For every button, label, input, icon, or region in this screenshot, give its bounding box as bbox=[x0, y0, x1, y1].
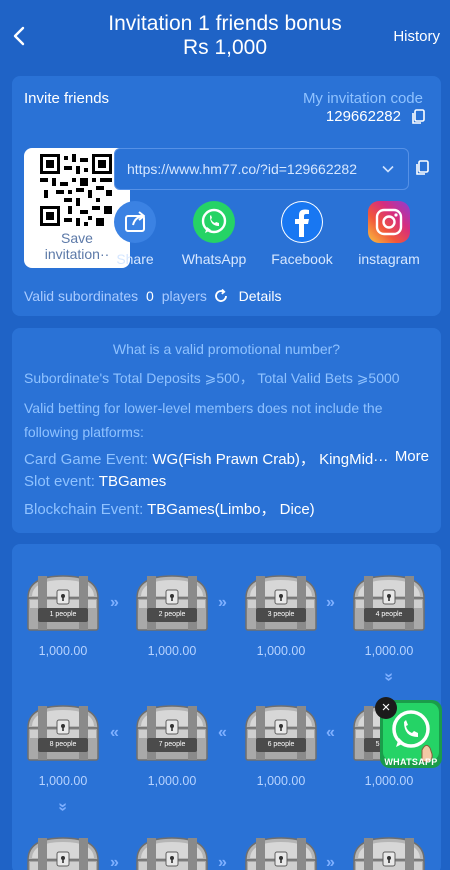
reward-chest-2[interactable]: 2 people bbox=[133, 572, 211, 634]
chest-amount-7: 1,000.00 bbox=[147, 774, 197, 788]
valid-subordinates-label: Valid subordinates bbox=[24, 288, 139, 304]
blockchain-value: TBGames(Limbo， Dice) bbox=[147, 501, 315, 518]
invitation-url-dropdown[interactable]: https://www.hm77.co/?id=129662282 bbox=[114, 148, 409, 190]
reward-chest-partial[interactable] bbox=[133, 834, 211, 870]
reward-chest-8[interactable]: 8 people bbox=[24, 702, 102, 764]
instagram-icon bbox=[368, 201, 410, 243]
chest-people-label: 1 people bbox=[38, 608, 88, 622]
treasure-chest-icon bbox=[27, 705, 99, 761]
chest-people-label: 8 people bbox=[38, 738, 88, 752]
invitation-url: https://www.hm77.co/?id=129662282 bbox=[127, 161, 357, 177]
chevron-down-icon bbox=[382, 165, 394, 173]
card-game-label: Card Game Event: bbox=[24, 451, 149, 468]
arrow-right-icon: » bbox=[218, 854, 227, 870]
blockchain-label: Blockchain Event: bbox=[24, 501, 144, 518]
note-line-2: following platforms: bbox=[24, 424, 144, 440]
treasure-chest-icon bbox=[136, 705, 208, 761]
floating-whatsapp-label: WHATSAPP bbox=[384, 757, 438, 767]
refresh-icon[interactable] bbox=[213, 288, 229, 304]
chest-amount-6: 1,000.00 bbox=[256, 774, 306, 788]
treasure-chest-icon bbox=[353, 837, 425, 870]
valid-subordinates-row: Valid subordinates 0 players Details bbox=[24, 288, 281, 304]
chevron-left-icon bbox=[13, 26, 25, 46]
reward-chest-partial[interactable] bbox=[350, 834, 428, 870]
card-game-event: Card Game Event: WG(Fish Prawn Crab)， Ki… bbox=[24, 448, 388, 469]
arrow-right-icon: » bbox=[218, 594, 227, 611]
reward-chest-3[interactable]: 3 people bbox=[242, 572, 320, 634]
invitation-code-label: My invitation code bbox=[302, 90, 423, 107]
details-link[interactable]: Details bbox=[239, 288, 282, 304]
invite-friends-label: Invite friends bbox=[24, 90, 110, 107]
whatsapp-icon bbox=[193, 201, 235, 243]
treasure-chest-icon bbox=[245, 705, 317, 761]
title-line-2: Rs 1,000 bbox=[182, 36, 268, 59]
rules-question: What is a valid promotional number? bbox=[112, 341, 341, 357]
treasure-chest-icon bbox=[353, 575, 425, 631]
reward-chest-1[interactable]: 1 people bbox=[24, 572, 102, 634]
blockchain-event: Blockchain Event: TBGames(Limbo， Dice) bbox=[24, 498, 315, 519]
whatsapp-share-button[interactable]: WhatsApp bbox=[172, 201, 256, 267]
arrow-down-icon: » bbox=[54, 802, 72, 812]
chest-people-label: 4 people bbox=[364, 608, 414, 622]
reward-chest-4[interactable]: 4 people bbox=[350, 572, 428, 634]
chest-amount-3: 1,000.00 bbox=[256, 644, 306, 658]
header: Invitation 1 friends bonus Rs 1,000 Hist… bbox=[0, 0, 450, 72]
arrow-right-icon: » bbox=[110, 854, 119, 870]
more-link[interactable]: More bbox=[395, 448, 429, 465]
facebook-label: Facebook bbox=[271, 251, 333, 267]
reward-chest-7[interactable]: 7 people bbox=[133, 702, 211, 764]
deposits-rule: Subordinate's Total Deposits ⩾500， Total… bbox=[24, 370, 400, 386]
share-icon bbox=[114, 201, 156, 243]
reward-chest-partial[interactable] bbox=[24, 834, 102, 870]
arrow-right-icon: » bbox=[110, 594, 119, 611]
treasure-chest-icon bbox=[27, 575, 99, 631]
chest-amount-5: 1,000.00 bbox=[364, 774, 414, 788]
note-line-1: Valid betting for lower-level members do… bbox=[24, 400, 383, 416]
chest-amount-1: 1,000.00 bbox=[38, 644, 88, 658]
chest-people-label: 6 people bbox=[256, 738, 306, 752]
chest-people-label: 2 people bbox=[147, 608, 197, 622]
treasure-chest-icon bbox=[27, 837, 99, 870]
arrow-left-icon: « bbox=[326, 724, 335, 741]
arrow-down-icon: » bbox=[380, 672, 398, 682]
valid-subordinates-unit: players bbox=[161, 288, 207, 304]
arrow-right-icon: » bbox=[326, 854, 335, 870]
instagram-label: instagram bbox=[358, 251, 420, 267]
slot-value: TBGames bbox=[98, 473, 167, 490]
page-title: Invitation 1 friends bonus Rs 1,000 bbox=[70, 12, 380, 60]
copy-url-icon[interactable] bbox=[415, 160, 429, 176]
rules-card: What is a valid promotional number? Subo… bbox=[12, 328, 441, 533]
treasure-chest-icon bbox=[136, 837, 208, 870]
treasure-chest-icon bbox=[245, 575, 317, 631]
share-button[interactable]: Share bbox=[93, 201, 177, 267]
title-line-1: Invitation 1 friends bonus bbox=[108, 12, 342, 35]
invite-card: Invite friends My invitation code 129662… bbox=[12, 76, 441, 316]
treasure-chest-icon bbox=[136, 575, 208, 631]
copy-code-icon[interactable] bbox=[411, 109, 425, 125]
reward-chest-6[interactable]: 6 people bbox=[242, 702, 320, 764]
chest-amount-8: 1,000.00 bbox=[38, 774, 88, 788]
facebook-share-button[interactable]: Facebook bbox=[260, 201, 344, 267]
arrow-left-icon: « bbox=[110, 724, 119, 741]
valid-subordinates-count: 0 bbox=[146, 288, 154, 304]
chest-amount-4: 1,000.00 bbox=[364, 644, 414, 658]
instagram-share-button[interactable]: instagram bbox=[347, 201, 431, 267]
history-link[interactable]: History bbox=[393, 28, 440, 45]
slot-label: Slot event: bbox=[24, 473, 95, 490]
card-game-value: WG(Fish Prawn Crab)， KingMid··· bbox=[152, 451, 389, 468]
chest-people-label: 7 people bbox=[147, 738, 197, 752]
back-button[interactable] bbox=[10, 22, 30, 50]
chest-people-label: 3 people bbox=[256, 608, 306, 622]
share-label: Share bbox=[116, 251, 154, 267]
chest-amount-2: 1,000.00 bbox=[147, 644, 197, 658]
facebook-icon bbox=[281, 201, 323, 243]
slot-event: Slot event: TBGames bbox=[24, 473, 166, 490]
arrow-right-icon: » bbox=[326, 594, 335, 611]
reward-chest-partial[interactable] bbox=[242, 834, 320, 870]
whatsapp-label: WhatsApp bbox=[181, 251, 247, 267]
arrow-left-icon: « bbox=[218, 724, 227, 741]
treasure-chest-icon bbox=[245, 837, 317, 870]
invitation-code-value: 129662282 bbox=[325, 108, 401, 125]
close-floating-button[interactable]: × bbox=[375, 697, 397, 719]
